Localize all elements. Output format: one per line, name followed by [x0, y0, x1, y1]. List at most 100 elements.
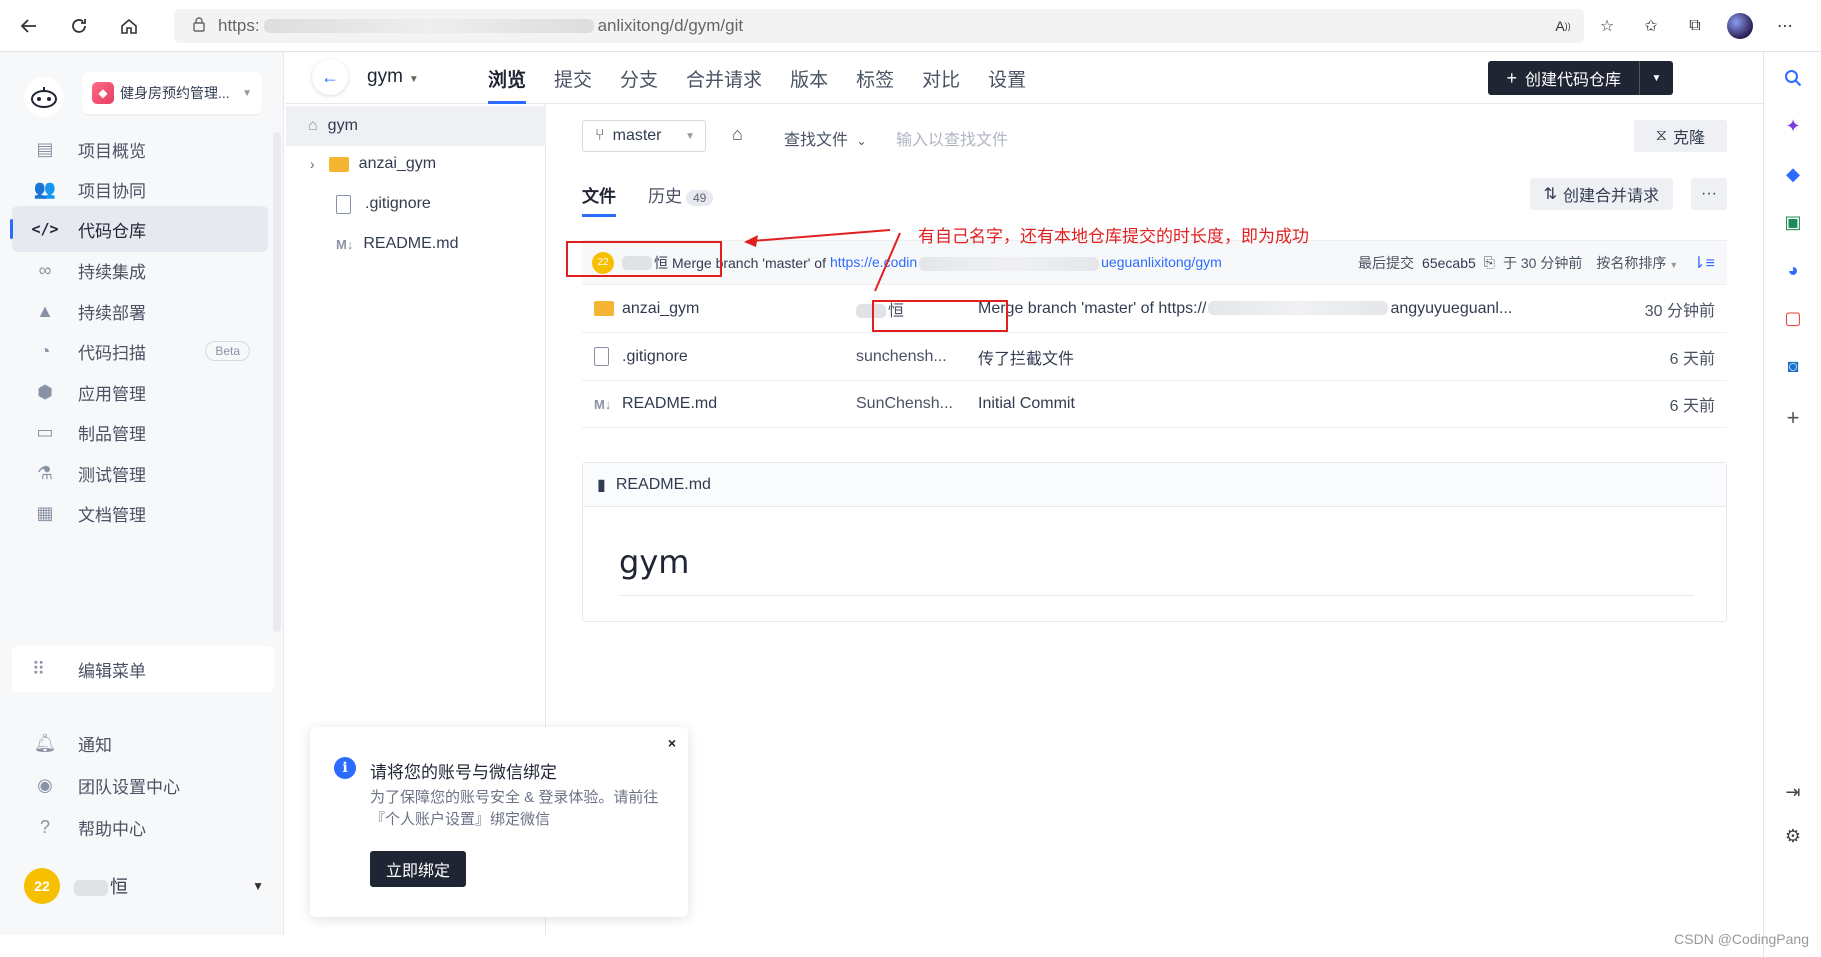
bind-now-button[interactable]: 立即绑定 — [370, 851, 467, 887]
branch-selector[interactable]: ⑂ master ▼ — [582, 120, 706, 152]
sort-dropdown[interactable]: 按名称排序 ▼ — [1596, 253, 1678, 273]
sidebar-item-help[interactable]: ? 帮助中心 — [12, 804, 268, 850]
collections-icon[interactable]: ⧉ — [1683, 14, 1707, 38]
chevron-down-icon: ⌄ — [856, 134, 867, 148]
file-name[interactable]: README.md — [622, 395, 717, 413]
code-icon: </> — [31, 220, 59, 238]
copilot-icon[interactable]: ✦ — [1781, 114, 1805, 138]
more-button[interactable]: ··· — [1691, 178, 1727, 210]
file-commit-message[interactable]: Merge branch 'master' of https:// angyuyu… — [978, 300, 1512, 318]
repo-tabs: 浏览 提交 分支 合并请求 版本 标签 对比 设置 — [488, 52, 1054, 104]
tree-root[interactable]: ⌂ gym — [286, 106, 546, 146]
file-author: sunchensh... — [856, 347, 947, 365]
find-file-input[interactable]: 输入以查找文件 — [896, 126, 1008, 150]
project-selector[interactable]: ◆ 健身房预约管理... ▼ — [82, 72, 262, 114]
edit-menu-button[interactable]: ⠿ 编辑菜单 — [12, 646, 274, 692]
annotation-box-commit — [566, 241, 722, 277]
repo-name: gym — [367, 66, 403, 87]
sidebar-toggle-icon[interactable]: ⇥ — [1781, 780, 1805, 804]
help-icon: ? — [39, 816, 50, 837]
gear-icon[interactable]: ⚙ — [1781, 824, 1805, 848]
readme-heading: gym — [619, 543, 1694, 596]
tree-item-folder[interactable]: › anzai_gym — [310, 144, 436, 184]
office-icon[interactable]: ▢ — [1781, 306, 1805, 330]
repo-selector[interactable]: gym ▼ — [367, 66, 419, 88]
file-icon — [336, 194, 351, 214]
user-name-text: 恒 — [110, 877, 128, 897]
sidebar-item-scan[interactable]: ◔ 代码扫描 Beta — [12, 328, 268, 374]
table-row[interactable]: .gitignore sunchensh... 传了拦截文件 6 天前 — [582, 332, 1727, 380]
tab-compare[interactable]: 对比 — [922, 52, 960, 104]
tree-item-file[interactable]: .gitignore — [336, 184, 431, 224]
back-icon[interactable] — [8, 5, 50, 47]
tab-tags[interactable]: 标签 — [856, 52, 894, 104]
people-icon[interactable]: ◕ — [1781, 258, 1805, 282]
copy-icon[interactable]: ⎘ — [1484, 254, 1495, 271]
sidebar-item-code[interactable]: </> 代码仓库 — [10, 206, 268, 252]
add-favorite-icon[interactable]: ☆ — [1595, 14, 1619, 38]
file-name[interactable]: anzai_gym — [622, 300, 699, 318]
outlook-icon[interactable]: ◙ — [1781, 354, 1805, 378]
tab-files[interactable]: 文件 — [582, 182, 616, 217]
home-icon[interactable] — [108, 5, 150, 47]
sidebar-item-team-settings[interactable]: ◉ 团队设置中心 — [12, 762, 268, 808]
tab-browse[interactable]: 浏览 — [488, 52, 527, 104]
sort-order-icon[interactable]: ⇂≡ — [1692, 253, 1715, 273]
refresh-icon[interactable] — [58, 5, 100, 47]
chevron-down-icon: ▼ — [685, 130, 695, 142]
search-icon[interactable] — [1781, 66, 1805, 90]
tag-icon[interactable]: ◆ — [1781, 162, 1805, 186]
tab-commits[interactable]: 提交 — [554, 52, 592, 104]
history-count: 49 — [686, 190, 714, 206]
create-dropdown-icon[interactable]: ▼ — [1639, 61, 1673, 95]
edit-menu-label: 编辑菜单 — [78, 661, 146, 681]
tab-branches[interactable]: 分支 — [620, 52, 658, 104]
tab-merge-requests[interactable]: 合并请求 — [686, 52, 762, 104]
sidebar-item-ci[interactable]: ∞ 持续集成 — [12, 247, 268, 293]
rocket-icon: ▲ — [36, 300, 54, 321]
sidebar-item-label: 帮助中心 — [78, 819, 146, 839]
chevron-down-icon: ▼ — [242, 87, 252, 99]
more-options-icon[interactable]: ⋯ — [1773, 14, 1797, 38]
profile-avatar[interactable] — [1727, 13, 1753, 39]
create-repo-button[interactable]: + 创建代码仓库 — [1488, 61, 1639, 95]
tab-history[interactable]: 历史 49 — [648, 182, 714, 207]
clone-icon: ⧖ — [1655, 127, 1667, 144]
file-name[interactable]: .gitignore — [622, 348, 688, 366]
back-arrow-icon[interactable]: ← — [312, 59, 348, 95]
coding-logo[interactable] — [24, 77, 64, 117]
file-icon — [594, 347, 609, 366]
collab-icon: 👥 — [33, 178, 57, 199]
commit-hash[interactable]: 65ecab5 — [1422, 255, 1476, 271]
sidebar-scrollbar[interactable] — [273, 132, 281, 632]
repo-home-icon[interactable]: ⌂ — [732, 124, 743, 145]
user-menu[interactable]: 22 恒 ▼ — [24, 866, 264, 906]
bell-icon: 🔔︎ — [33, 732, 57, 753]
tree-item-markdown[interactable]: M↓ README.md — [336, 224, 458, 264]
sidebar-item-notifications[interactable]: 🔔︎ 通知 — [12, 720, 268, 766]
tab-settings[interactable]: 设置 — [988, 52, 1026, 104]
close-icon[interactable]: × — [668, 735, 676, 751]
watermark: CSDN @CodingPang — [1674, 931, 1809, 947]
tab-releases[interactable]: 版本 — [790, 52, 828, 104]
table-row[interactable]: M↓ README.md SunChensh... Initial Commit… — [582, 380, 1727, 428]
sidebar-item-artifacts[interactable]: ▭ 制品管理 — [12, 409, 268, 455]
add-icon[interactable]: + — [1781, 405, 1805, 430]
url-prefix: https: — [218, 16, 260, 35]
file-time: 30 分钟前 — [1644, 302, 1715, 320]
file-commit-message[interactable]: 传了拦截文件 — [978, 345, 1074, 369]
address-bar[interactable]: https: anlixitong/d/gym/git — [174, 9, 1584, 43]
find-file-dropdown[interactable]: 查找文件 ⌄ — [784, 126, 867, 150]
readme-header: ▮ README.md — [583, 463, 1726, 507]
clone-button[interactable]: ⧖ 克隆 — [1633, 120, 1727, 152]
file-commit-message[interactable]: Initial Commit — [978, 395, 1075, 413]
find-file-label: 查找文件 — [784, 132, 849, 149]
commit-meta: 最后提交 65ecab5 ⎘ 于 30 分钟前 按名称排序 ▼ ⇂≡ — [1358, 253, 1727, 273]
read-aloud-icon[interactable]: A)) — [1551, 14, 1575, 38]
favorites-icon[interactable]: ✩ — [1639, 14, 1663, 38]
scan-icon: ◔ — [39, 340, 51, 361]
tools-icon[interactable]: ▣ — [1781, 210, 1805, 234]
create-merge-request-button[interactable]: ⇅ 创建合并请求 — [1529, 178, 1673, 210]
sidebar-item-docs[interactable]: ▦ 文档管理 — [12, 490, 268, 536]
browser-actions: A)) ☆ ✩ ⧉ ⋯ — [1551, 0, 1821, 52]
